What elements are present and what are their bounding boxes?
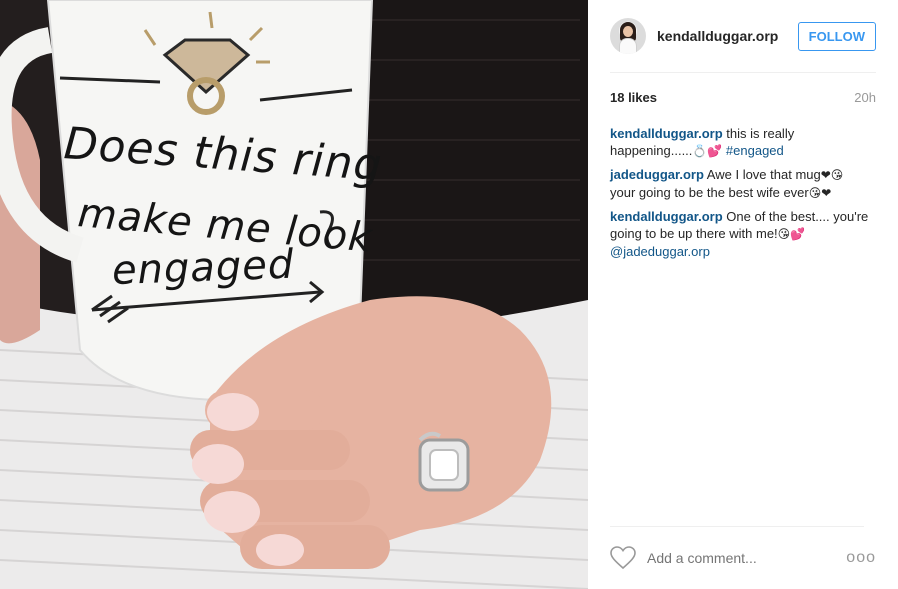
post-header: kendallduggar.orp FOLLOW: [610, 14, 876, 58]
username-link[interactable]: kendallduggar.orp: [657, 28, 798, 44]
mention-link[interactable]: @jadeduggar.orp: [610, 244, 710, 259]
post-time[interactable]: 20h: [854, 90, 876, 105]
heart-icon[interactable]: [610, 546, 636, 570]
comment-username[interactable]: kendallduggar.orp: [610, 209, 723, 224]
avatar[interactable]: [610, 18, 646, 54]
emoji-heart-kiss: ❤😘: [820, 168, 844, 182]
follow-button[interactable]: FOLLOW: [797, 21, 876, 51]
likes-count[interactable]: 18 likes: [610, 90, 657, 105]
comment-username[interactable]: jadeduggar.orp: [610, 167, 704, 182]
comment-text-continued: your going to be the best wife ever: [610, 185, 809, 200]
comment: jadeduggar.orp Awe I love that mug❤😘 you…: [610, 166, 872, 202]
photo-illustration: [0, 0, 588, 589]
comment: kendallduggar.orp One of the best.... yo…: [610, 208, 872, 260]
comment-text: Awe I love that mug: [703, 167, 821, 182]
emoji-kiss-heart: 😘❤: [808, 186, 832, 200]
comment: kendallduggar.orp this is really happeni…: [610, 125, 872, 160]
post-photo[interactable]: Does this ring make me look engaged: [0, 0, 588, 589]
footer-divider: [610, 526, 864, 527]
emoji-kiss-heart: 😘💕: [777, 227, 806, 241]
mug-text-line-3: engaged: [111, 241, 295, 294]
hashtag-link[interactable]: #engaged: [726, 143, 784, 158]
comments-list: kendallduggar.orp this is really happeni…: [610, 125, 872, 266]
comment-bar: ooo: [610, 544, 876, 572]
post-details-panel: kendallduggar.orp FOLLOW 18 likes 20h ke…: [588, 0, 898, 589]
add-comment-input[interactable]: [647, 550, 847, 566]
emoji-ring-heart: 💍💕: [692, 144, 723, 158]
comment-username[interactable]: kendallduggar.orp: [610, 126, 723, 141]
post-stats: 18 likes 20h: [610, 90, 876, 105]
header-divider: [610, 72, 876, 73]
more-options-icon[interactable]: ooo: [846, 549, 876, 567]
